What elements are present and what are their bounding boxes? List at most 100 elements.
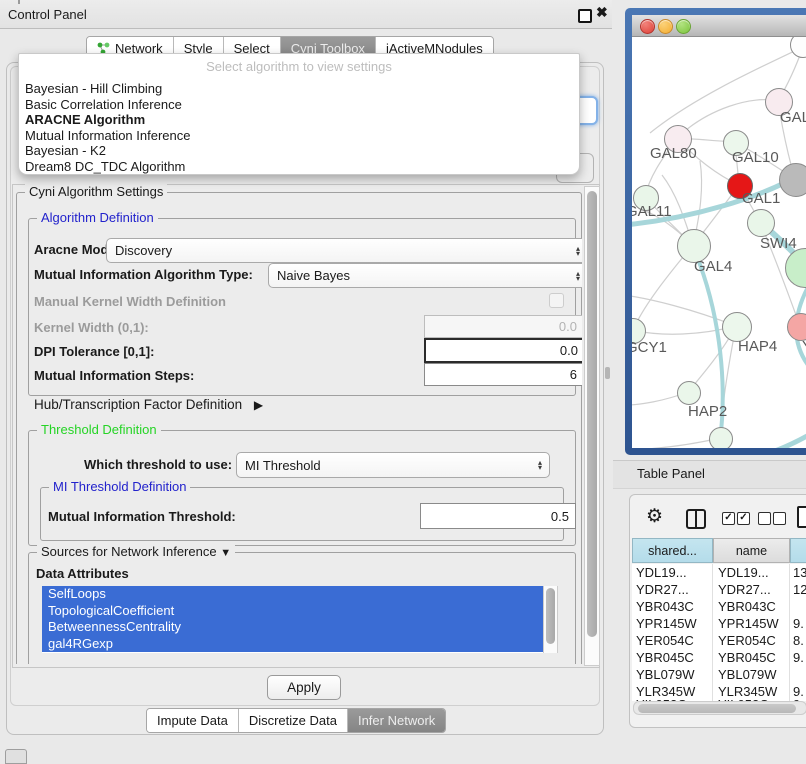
settings-scrollbar-thumb[interactable] [587,191,597,637]
split-columns-icon[interactable] [686,509,706,529]
expand-icon: ▶ [254,398,263,412]
table-cell[interactable]: 13 [793,565,806,580]
table-cell[interactable]: YPR145W [718,616,786,631]
dpi-tolerance-field[interactable]: 0.0 [424,338,582,363]
table-cell[interactable]: YBL079W [636,667,710,682]
group-title: Cyni Algorithm Settings [25,184,167,199]
control-panel-title: Control Panel [8,7,87,22]
dropdown-item[interactable]: Bayesian - Hill Climbing [25,81,162,96]
dropdown-item[interactable]: Mutual Information Inference [25,128,190,143]
cyni-mode-tabbar: Impute Data Discretize Data Infer Networ… [146,708,446,733]
network-node[interactable] [779,163,806,197]
attribute-item[interactable]: SelfLoops [42,586,556,603]
deselect-all-icon[interactable] [758,512,786,525]
network-node[interactable] [709,427,733,448]
node-label: Y [802,338,806,355]
table-cell[interactable]: YER054C [636,633,710,648]
dropdown-item[interactable]: Basic Correlation Inference [25,97,182,112]
mi-steps-field[interactable]: 6 [424,363,582,386]
column-header-partial[interactable] [790,538,806,563]
attribute-list-scrollbar[interactable] [543,586,558,653]
close-panel-icon[interactable]: ✖ [596,4,608,21]
sources-title-toggle[interactable]: Sources for Network Inference ▼ [37,544,235,559]
document-icon[interactable] [797,506,806,528]
table-cell[interactable]: 9. [793,650,806,665]
tab-discretize-data[interactable]: Discretize Data [239,709,348,732]
table-horizontal-scrollbar[interactable] [633,701,806,715]
combobox-spinner-icon: ▴▾ [576,246,580,256]
network-window-titlebar[interactable] [632,15,806,37]
collapse-icon: ▼ [220,547,231,559]
which-threshold-combobox[interactable]: MI Threshold ▴▾ [236,452,550,478]
table-cell[interactable]: YBR043C [636,599,710,614]
attribute-item[interactable]: BetweennessCentrality [42,619,556,636]
hub-definition-toggle[interactable]: Hub/Transcription Factor Definition ▶ [34,397,263,412]
dropdown-item[interactable]: Dream8 DC_TDC Algorithm [25,159,185,174]
zoom-window-icon[interactable] [676,19,691,34]
table-cell[interactable]: 8. [793,633,806,648]
table-cell[interactable]: YBR045C [636,650,710,665]
column-header-name[interactable]: name [713,538,790,563]
settings-viewport: Cyni Algorithm Settings Algorithm Defini… [12,184,582,664]
which-threshold-label: Which threshold to use: [84,457,232,472]
dropdown-item-selected[interactable]: ARACNE Algorithm [25,112,145,127]
mi-threshold-field[interactable]: 0.5 [420,503,576,529]
node-label: HAP4 [738,338,777,355]
apply-button[interactable]: Apply [267,675,341,700]
manual-kernel-label: Manual Kernel Width Definition [34,294,226,309]
node-label: HAP2 [688,403,727,420]
table-cell[interactable]: 9. [793,616,806,631]
table-scrollbar-thumb[interactable] [638,704,796,713]
node-label: GAL [780,109,806,126]
mi-type-label: Mutual Information Algorithm Type: [34,267,253,282]
panel-resize-handle[interactable] [605,367,610,379]
tab-impute-data[interactable]: Impute Data [147,709,239,732]
attribute-item[interactable]: gal4RGexp [42,636,556,653]
mi-type-combobox[interactable]: Naive Bayes ▴▾ [268,263,582,288]
kernel-width-label: Kernel Width (0,1): [34,320,149,335]
edge-artifact [18,0,20,4]
dropdown-item[interactable]: Bayesian - K2 [25,143,106,158]
node-label: GAL80 [650,145,697,162]
table-cell[interactable]: YDR27... [636,582,710,597]
node-label: GAL11 [632,203,672,220]
table-cell[interactable]: YDR27... [718,582,786,597]
network-node[interactable] [677,381,701,405]
float-panel-icon[interactable] [578,9,592,23]
node-label: GAL1 [742,190,780,207]
column-header-shared-name[interactable]: shared... [632,538,713,563]
aracne-mode-combobox[interactable]: Discovery ▴▾ [106,238,582,263]
network-node[interactable] [747,209,775,237]
table-cell[interactable]: YBR045C [718,650,786,665]
attribute-item[interactable]: TopologicalCoefficient [42,603,556,620]
dpi-tolerance-label: DPI Tolerance [0,1]: [34,344,154,359]
table-cell[interactable]: YDL19... [636,565,710,580]
table-cell[interactable]: YDL19... [718,565,786,580]
tab-infer-network[interactable]: Infer Network [348,709,445,732]
control-panel-titlebar [0,0,612,29]
settings-scrollbar[interactable] [584,186,600,666]
select-all-icon[interactable]: ✓✓ [722,512,750,525]
mi-steps-label: Mutual Information Steps: [34,368,194,383]
table-cell[interactable]: 12 [793,582,806,597]
network-canvas[interactable]: GAL GAL80 GAL10 GAL1 GAL11 SWI4 GAL4 GCY… [632,37,806,448]
data-attributes-list: SelfLoops TopologicalCoefficient Between… [42,586,556,653]
table-cell[interactable]: YBR043C [718,599,786,614]
node-label: GAL10 [732,149,779,166]
manual-kernel-checkbox[interactable] [549,293,564,308]
table-body: YDL19... YDL19... 13 YDR27... YDR27... 1… [632,564,806,701]
close-window-icon[interactable] [640,19,655,34]
table-cell[interactable]: YBL079W [718,667,786,682]
gear-icon[interactable]: ⚙ [646,505,663,528]
app-root: { "icons": { "close": "✖", "spinner_up":… [0,0,806,762]
kernel-width-field[interactable]: 0.0 [424,315,582,338]
node-label: SWI4 [760,235,797,252]
data-attributes-label: Data Attributes [36,566,129,581]
combobox-spinner-icon: ▴▾ [576,271,580,281]
node-label: GCY1 [632,339,667,356]
minimize-window-icon[interactable] [658,19,673,34]
algorithm-dropdown-popup: Select algorithm to view settings Bayesi… [18,53,580,175]
node-label: GAL4 [694,258,732,275]
table-cell[interactable]: YPR145W [636,616,710,631]
table-cell[interactable]: YER054C [718,633,786,648]
